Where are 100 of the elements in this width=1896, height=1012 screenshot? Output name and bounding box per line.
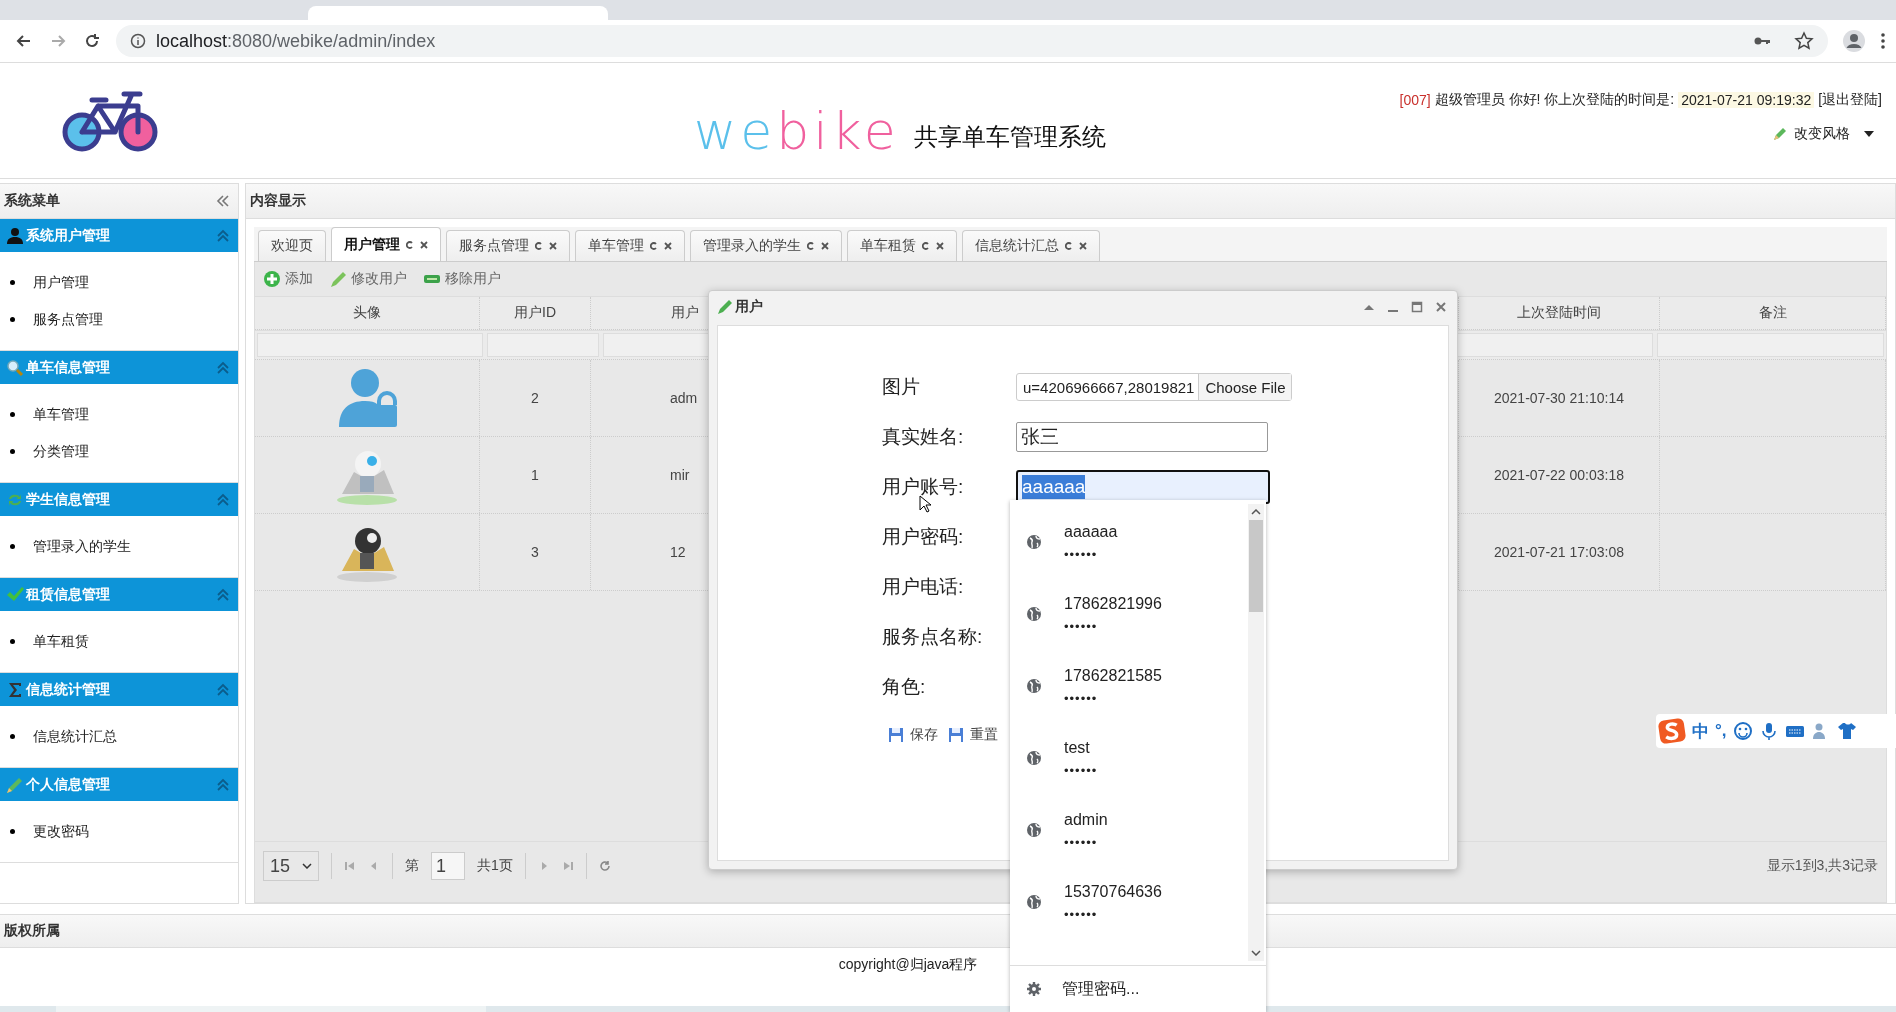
page-number-field[interactable]: 1 bbox=[431, 852, 465, 880]
chevron-icon bbox=[216, 777, 230, 792]
column-header[interactable]: 备注 bbox=[1660, 297, 1886, 329]
caret-icon bbox=[1864, 131, 1874, 137]
menu-item[interactable]: 信息统计汇总 bbox=[33, 727, 117, 746]
caret-icon bbox=[302, 863, 312, 869]
refresh-icon[interactable] bbox=[650, 241, 658, 251]
saved-login-item[interactable]: aaaaaa •••••• bbox=[1010, 506, 1246, 578]
menu-item[interactable]: 用户管理 bbox=[33, 273, 89, 292]
field-label: 图片 bbox=[882, 375, 921, 399]
column-header[interactable]: 用户ID bbox=[480, 297, 591, 329]
refresh-icon[interactable] bbox=[807, 241, 815, 251]
saved-login-item[interactable]: 17862821996 •••••• bbox=[1010, 578, 1246, 650]
panel-title: 内容显示 bbox=[250, 192, 306, 210]
field-label: 用户密码: bbox=[882, 525, 965, 549]
close-icon[interactable] bbox=[821, 241, 829, 251]
info-icon bbox=[130, 33, 146, 49]
scroll-down-icon[interactable] bbox=[1251, 950, 1261, 956]
sigma-icon bbox=[6, 680, 24, 699]
toolbar-button[interactable]: 修改用户 bbox=[329, 270, 407, 288]
close-icon[interactable] bbox=[1435, 301, 1447, 313]
globe-icon bbox=[1026, 894, 1042, 910]
checkmark-icon bbox=[6, 585, 24, 604]
menu-item[interactable]: 单车租赁 bbox=[33, 632, 89, 651]
chevron-icon bbox=[216, 587, 230, 602]
refresh-icon[interactable] bbox=[1065, 241, 1073, 251]
chevron-icon bbox=[216, 682, 230, 697]
table-cell: mir bbox=[670, 467, 690, 483]
tab[interactable]: 单车管理 bbox=[575, 230, 685, 261]
table-cell: 2021-07-22 00:03:18 bbox=[1459, 437, 1660, 513]
chevron-icon bbox=[216, 492, 230, 507]
last-login-time: 2021-07-21 09:19:32 bbox=[1678, 92, 1815, 108]
refresh-icon[interactable] bbox=[535, 241, 543, 251]
dialog-button[interactable]: 保存 bbox=[888, 726, 938, 744]
logo-title: we bike bbox=[693, 100, 900, 161]
menu-item[interactable]: 管理录入的学生 bbox=[33, 537, 131, 556]
magnifier-icon bbox=[6, 358, 24, 377]
saved-login-item[interactable]: 15370764636 •••••• bbox=[1010, 866, 1246, 938]
name-input[interactable]: 张三 bbox=[1016, 422, 1268, 452]
field-label: 用户电话: bbox=[882, 575, 965, 599]
manage-passwords-item[interactable]: 管理密码... bbox=[1010, 966, 1266, 1012]
close-icon[interactable] bbox=[549, 241, 557, 251]
field-label: 用户账号: bbox=[882, 475, 965, 499]
user-code: [007] bbox=[1399, 92, 1431, 108]
pencil-icon bbox=[329, 270, 347, 288]
dialog-button[interactable]: 重置 bbox=[948, 726, 998, 744]
profile-icon[interactable] bbox=[1842, 29, 1866, 53]
chevron-icon bbox=[216, 360, 230, 375]
ime-punctuation-button[interactable]: °, bbox=[1715, 721, 1727, 741]
page-size-select[interactable]: 15 bbox=[263, 851, 319, 881]
saved-login-item[interactable]: 17862821585 •••••• bbox=[1010, 650, 1246, 722]
menu-item[interactable]: 单车管理 bbox=[33, 405, 89, 424]
close-icon[interactable] bbox=[420, 239, 428, 250]
maximize-icon[interactable] bbox=[1411, 301, 1423, 313]
menu-item[interactable]: 服务点管理 bbox=[33, 310, 103, 329]
copyright-text: copyright@归java程序 bbox=[838, 956, 978, 974]
tab[interactable]: 欢迎页 bbox=[258, 230, 326, 261]
smiley-icon[interactable] bbox=[1732, 721, 1753, 741]
tab[interactable]: 单车租赁 bbox=[847, 230, 957, 261]
refresh-icon[interactable] bbox=[922, 241, 930, 251]
field-label: 角色: bbox=[882, 675, 927, 699]
collapse-icon[interactable] bbox=[216, 194, 230, 208]
column-header[interactable]: 头像 bbox=[255, 297, 480, 329]
scrollbar[interactable] bbox=[1248, 504, 1264, 961]
tab[interactable]: 管理录入的学生 bbox=[690, 230, 842, 261]
table-cell: 2021-07-30 21:10:14 bbox=[1459, 360, 1660, 436]
close-icon[interactable] bbox=[936, 241, 944, 251]
toolbar-button[interactable]: 添加 bbox=[263, 270, 313, 288]
close-icon[interactable] bbox=[664, 241, 672, 251]
shirt-icon[interactable] bbox=[1836, 721, 1857, 741]
table-cell: 2021-07-21 17:03:08 bbox=[1459, 514, 1660, 590]
tab[interactable]: 服务点管理 bbox=[446, 230, 570, 261]
field-label: 真实姓名: bbox=[882, 425, 965, 449]
globe-icon bbox=[1026, 606, 1042, 622]
greeting-text: 超级管理员 你好! 你上次登陆的时间是: bbox=[1434, 91, 1675, 109]
address-field[interactable]: localhost:8080/webike/admin/index bbox=[116, 25, 1828, 57]
pencil-icon bbox=[1772, 126, 1788, 142]
tab[interactable]: 信息统计汇总 bbox=[962, 230, 1100, 261]
scroll-up-icon[interactable] bbox=[1251, 509, 1261, 515]
file-input[interactable]: u=4206966667,28019821 Choose File bbox=[1016, 373, 1293, 401]
refresh-icon[interactable] bbox=[406, 239, 414, 250]
panel-title: 版权所属 bbox=[4, 922, 60, 940]
saved-login-item[interactable]: test •••••• bbox=[1010, 722, 1246, 794]
gear-icon bbox=[1026, 981, 1042, 997]
table-cell: 3 bbox=[480, 514, 591, 590]
change-style-menu[interactable]: 改变风格 bbox=[1772, 125, 1882, 143]
scroll-thumb[interactable] bbox=[1249, 520, 1263, 612]
logout-link[interactable]: [退出登陆] bbox=[1818, 91, 1882, 109]
saved-login-item[interactable]: admin •••••• bbox=[1010, 794, 1246, 866]
menu-icon[interactable] bbox=[1880, 31, 1886, 51]
globe-icon bbox=[1026, 822, 1042, 838]
ime-mode-button[interactable]: 中 bbox=[1692, 719, 1709, 743]
menu-item[interactable]: 分类管理 bbox=[33, 442, 89, 461]
menu-item[interactable]: 更改密码 bbox=[33, 822, 89, 841]
toolbar-button[interactable]: 移除用户 bbox=[423, 270, 501, 288]
column-header[interactable]: 上次登陆时间 bbox=[1459, 297, 1660, 329]
field-label: 服务点名称: bbox=[882, 625, 984, 649]
star-icon[interactable] bbox=[1794, 31, 1814, 51]
tab[interactable]: 用户管理 bbox=[331, 227, 441, 261]
close-icon[interactable] bbox=[1079, 241, 1087, 251]
